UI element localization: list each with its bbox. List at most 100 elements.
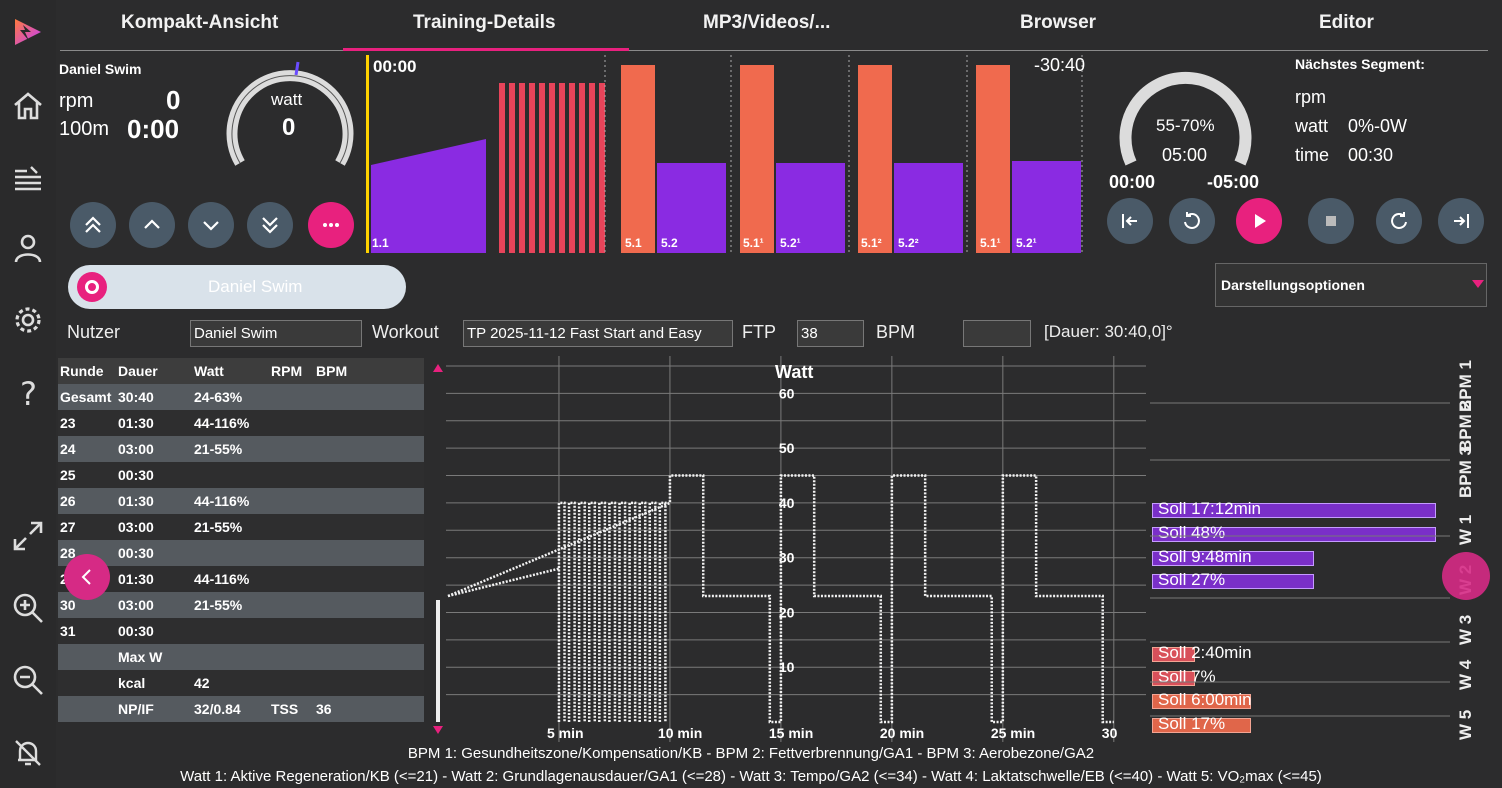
profile-bar-label: 5.1¹ — [980, 236, 1001, 250]
more-options-button[interactable] — [308, 202, 354, 248]
intensity-up-button[interactable] — [129, 202, 175, 248]
table-row[interactable]: 31 00:30 — [58, 618, 424, 644]
next-time-value: 00:30 — [1348, 145, 1394, 165]
table-cell: 31 — [60, 623, 76, 639]
table-row[interactable]: NP/IF 32/0.84 TSS 36 — [58, 696, 424, 722]
zoom-in-icon[interactable] — [10, 590, 46, 626]
display-options-label: Darstellungsoptionen — [1221, 277, 1365, 293]
play-button[interactable] — [1236, 198, 1282, 244]
column-header[interactable]: Runde — [60, 363, 104, 379]
fullscreen-icon[interactable] — [10, 518, 46, 554]
settings-gear-icon[interactable] — [10, 302, 46, 338]
active-tab-indicator — [343, 48, 629, 51]
intensity-up-fast-button[interactable] — [70, 202, 116, 248]
x-tick-label: 25 min — [991, 725, 1035, 741]
scroll-thumb[interactable] — [436, 600, 440, 722]
profile-bars-svg — [371, 55, 1083, 253]
ftp-field[interactable]: 38 — [797, 320, 864, 347]
table-row[interactable]: kcal 42 — [58, 670, 424, 696]
table-cell: Max W — [118, 649, 163, 665]
intensity-down-fast-button[interactable] — [247, 202, 293, 248]
table-scrollbar[interactable] — [433, 364, 443, 736]
next-watt-value: 0%-0W — [1348, 116, 1408, 136]
table-row[interactable]: 23 01:30 44-116% — [58, 410, 424, 436]
collapse-left-button[interactable] — [64, 554, 110, 600]
table-cell: 03:00 — [118, 441, 154, 457]
user-field[interactable]: Daniel Swim — [190, 320, 362, 347]
user-icon[interactable] — [10, 230, 46, 266]
table-cell: 00:30 — [118, 623, 154, 639]
chevron-up-icon — [144, 219, 160, 229]
table-cell: Gesamt — [60, 389, 112, 405]
table-cell: 26 — [60, 493, 76, 509]
duration-text: [Dauer: 30:40,0]° — [1044, 322, 1173, 341]
display-options-select[interactable]: Darstellungsoptionen — [1215, 263, 1487, 307]
bpm-field[interactable] — [963, 320, 1031, 347]
table-cell: 24-63% — [194, 389, 243, 405]
table-cell: 30:40 — [118, 389, 154, 405]
table-row[interactable]: Gesamt 30:40 24-63% — [58, 384, 424, 410]
table-cell: 01:30 — [118, 493, 154, 509]
x-tick-label: 15 min — [769, 725, 813, 741]
rider-name: Daniel Swim — [59, 61, 142, 77]
table-cell: 44-116% — [194, 493, 250, 509]
segment-elapsed: 00:00 — [1109, 172, 1156, 192]
scroll-up-icon[interactable] — [433, 364, 443, 373]
table-cell: 27 — [60, 519, 76, 535]
table-row[interactable]: 26 01:30 44-116% — [58, 488, 424, 514]
skip-to-end-icon — [1454, 214, 1469, 228]
chart-title: Watt — [775, 362, 814, 382]
intensity-down-button[interactable] — [188, 202, 234, 248]
table-row[interactable]: 2901:3044-116% — [58, 566, 424, 592]
table-cell: 24 — [60, 441, 76, 457]
svg-text:?: ? — [20, 376, 37, 410]
ftp-label: FTP — [742, 322, 776, 342]
stop-button[interactable] — [1308, 198, 1354, 244]
bpm-label: BPM — [876, 322, 916, 342]
skip-to-start-icon — [1122, 214, 1137, 228]
table-row[interactable]: Max W — [58, 644, 424, 670]
table-row[interactable]: 27 03:00 21-55% — [58, 514, 424, 540]
help-icon[interactable]: ? — [10, 375, 46, 411]
column-header[interactable]: RPM — [271, 363, 302, 379]
table-cell: 32/0.84 — [194, 701, 241, 717]
distance-label: 100m — [59, 118, 110, 140]
rpm-label: rpm — [59, 90, 94, 112]
table-row[interactable]: 30 03:00 21-55% — [58, 592, 424, 618]
zone-axis-label: W 3 — [1456, 614, 1475, 645]
rewind-button[interactable] — [1169, 198, 1215, 244]
list-icon[interactable] — [10, 162, 46, 198]
table-row[interactable]: 28 00:30 — [58, 540, 424, 566]
app-logo-icon[interactable] — [10, 14, 46, 50]
tab-editor[interactable]: Editor — [1319, 12, 1374, 34]
zoom-out-icon[interactable] — [10, 662, 46, 698]
table-cell: 44-116% — [194, 571, 250, 587]
tab-kompakt-ansicht[interactable]: Kompakt-Ansicht — [121, 12, 278, 34]
x-tick-label: 10 min — [658, 725, 702, 741]
home-icon[interactable] — [10, 88, 46, 124]
table-cell: 30 — [60, 597, 76, 613]
table-row[interactable]: 25 00:30 — [58, 462, 424, 488]
column-header[interactable]: Dauer — [118, 363, 158, 379]
tab-training-details[interactable]: Training-Details — [413, 12, 556, 34]
user-toggle[interactable]: Daniel Swim — [68, 265, 406, 309]
expand-right-button[interactable] — [1442, 552, 1490, 600]
profile-bar-label: 5.1² — [861, 236, 882, 250]
x-tick-label: 5 min — [547, 725, 584, 741]
skip-to-start-button[interactable] — [1107, 198, 1153, 244]
double-chevron-up-icon — [85, 216, 101, 233]
table-row[interactable]: 24 03:00 21-55% — [58, 436, 424, 462]
table-cell: 00:30 — [118, 467, 154, 483]
watt-gauge-label: watt — [271, 90, 303, 109]
next-rpm-label: rpm — [1295, 87, 1326, 107]
profile-bar-label: 5.2¹ — [1016, 236, 1037, 250]
column-header[interactable]: Watt — [194, 363, 224, 379]
workout-field[interactable]: TP 2025-11-12 Fast Start and Easy — [463, 320, 733, 347]
tab-browser[interactable]: Browser — [1020, 12, 1096, 34]
column-header[interactable]: BPM — [316, 363, 347, 379]
skip-to-end-button[interactable] — [1438, 198, 1484, 244]
tab-mp3-videos[interactable]: MP3/Videos/... — [703, 12, 830, 34]
zone-grid — [1150, 402, 1450, 717]
forward-button[interactable] — [1376, 198, 1422, 244]
scroll-down-icon[interactable] — [433, 726, 443, 735]
